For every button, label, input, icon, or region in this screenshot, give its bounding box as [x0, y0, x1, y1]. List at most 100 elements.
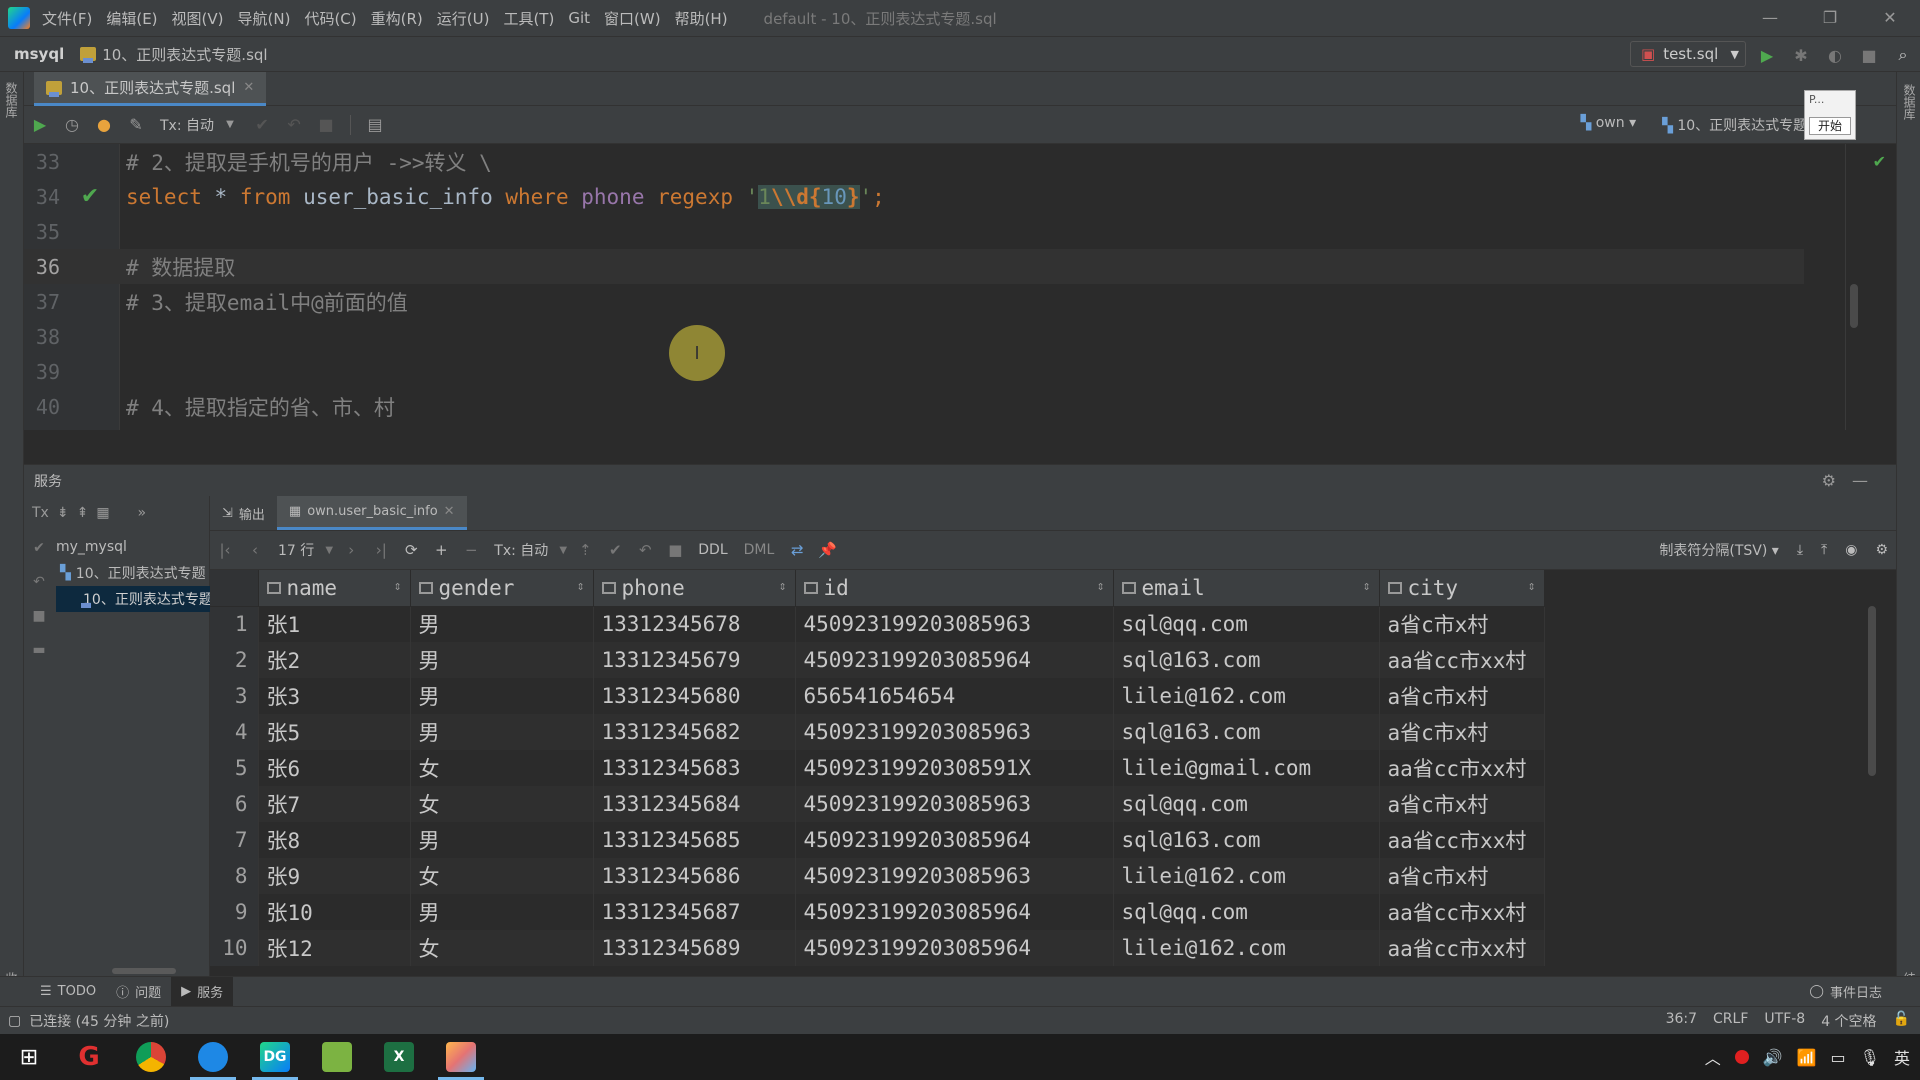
- cell-city[interactable]: a省c市x村: [1379, 678, 1545, 714]
- cell-gender[interactable]: 女: [410, 930, 594, 966]
- cell-email[interactable]: sql@qq.com: [1113, 606, 1380, 642]
- cell-name[interactable]: 张9: [258, 858, 411, 894]
- editor-tab-active[interactable]: 10、正则表达式专题.sql ✕: [34, 72, 267, 106]
- tab-result-table[interactable]: ▦ own.user_basic_info ✕: [276, 496, 467, 530]
- cell-email[interactable]: sql@qq.com: [1113, 894, 1380, 930]
- cell-city[interactable]: a省c市x村: [1379, 714, 1545, 750]
- upload-icon[interactable]: ⤒: [1821, 542, 1827, 558]
- cell-gender[interactable]: 女: [410, 750, 594, 786]
- cell-email[interactable]: sql@163.com: [1113, 642, 1380, 678]
- code-line-33[interactable]: 33 # 2、提取是手机号的用户 ->>转义 \: [24, 144, 1804, 179]
- cell-id[interactable]: 450923199203085964: [795, 930, 1114, 966]
- row-count-dropdown[interactable]: 17 行: [278, 540, 314, 560]
- volume-icon[interactable]: 🔊: [1763, 1048, 1783, 1067]
- sort-icon[interactable]: ⇕: [1097, 579, 1105, 594]
- column-header-phone[interactable]: phone ⇕: [593, 570, 796, 607]
- table-row[interactable]: 7 张8 男 13312345685 450923199203085964 sq…: [210, 822, 1545, 858]
- cell-name[interactable]: 张10: [258, 894, 411, 930]
- cell-city[interactable]: a省c市x村: [1379, 606, 1545, 642]
- collapse-all-icon[interactable]: ⇞: [77, 505, 89, 521]
- cell-email[interactable]: sql@163.com: [1113, 822, 1380, 858]
- cell-name[interactable]: 张12: [258, 930, 411, 966]
- cell-phone[interactable]: 13312345687: [593, 894, 796, 930]
- start-button[interactable]: 开始: [1809, 117, 1851, 135]
- taskbar-excel[interactable]: X: [368, 1034, 430, 1080]
- column-header-gender[interactable]: gender ⇕: [410, 570, 594, 607]
- code-line-40[interactable]: 40 # 4、提取指定的省、市、村: [24, 389, 1804, 424]
- cell-name[interactable]: 张8: [258, 822, 411, 858]
- sort-icon[interactable]: ⇕: [1363, 579, 1371, 594]
- execute-icon[interactable]: ▶: [24, 115, 56, 134]
- cell-phone[interactable]: 13312345686: [593, 858, 796, 894]
- cell-name[interactable]: 张2: [258, 642, 411, 678]
- taskbar-browser[interactable]: [182, 1034, 244, 1080]
- delete-row-icon[interactable]: −: [456, 541, 486, 559]
- code-line-39[interactable]: 39: [24, 354, 1804, 389]
- column-header-email[interactable]: email ⇕: [1113, 570, 1380, 607]
- ddl-button[interactable]: DDL: [698, 542, 727, 558]
- cell-gender[interactable]: 男: [410, 606, 594, 642]
- cell-id[interactable]: 45092319920308591X: [795, 750, 1114, 786]
- column-header-city[interactable]: city ⇕: [1379, 570, 1545, 607]
- sort-icon[interactable]: ⇕: [394, 579, 402, 594]
- line-separator[interactable]: CRLF: [1713, 1011, 1748, 1031]
- tab-output[interactable]: ⇲ 输出: [210, 496, 277, 530]
- sort-icon[interactable]: ⇕: [1528, 579, 1536, 594]
- menu-help[interactable]: 帮助(H): [675, 8, 728, 29]
- submit-icon[interactable]: ⇡: [570, 541, 600, 559]
- cell-id[interactable]: 450923199203085963: [795, 606, 1114, 642]
- run-icon[interactable]: ▶: [1750, 46, 1784, 65]
- last-page-icon[interactable]: ›|: [366, 541, 396, 559]
- table-row[interactable]: 5 张6 女 13312345683 45092319920308591X li…: [210, 750, 1545, 786]
- cell-gender[interactable]: 男: [410, 642, 594, 678]
- stop-icon[interactable]: ■: [1852, 46, 1886, 65]
- close-window-button[interactable]: ✕: [1860, 0, 1920, 36]
- cell-id[interactable]: 450923199203085964: [795, 894, 1114, 930]
- cell-email[interactable]: lilei@162.com: [1113, 930, 1380, 966]
- column-header-name[interactable]: name ⇕: [258, 570, 411, 607]
- tree-horizontal-scrollbar[interactable]: [112, 968, 176, 974]
- code-line-34[interactable]: 34 ✔ select * from user_basic_info where…: [24, 179, 1804, 214]
- commit-icon[interactable]: ✔: [246, 115, 278, 134]
- restore-window-button[interactable]: ❐: [1800, 0, 1860, 36]
- first-page-icon[interactable]: |‹: [210, 541, 240, 559]
- database-right-tool-button[interactable]: 数据库: [1901, 84, 1918, 120]
- caret-position[interactable]: 36:7: [1666, 1011, 1697, 1031]
- menu-refactor[interactable]: 重构(R): [371, 8, 423, 29]
- sort-icon[interactable]: ⇕: [779, 579, 787, 594]
- menu-view[interactable]: 视图(V): [172, 8, 224, 29]
- column-header-id[interactable]: id ⇕: [795, 570, 1114, 607]
- cell-phone[interactable]: 13312345683: [593, 750, 796, 786]
- rollback-icon[interactable]: ↶: [630, 541, 660, 559]
- cell-name[interactable]: 张3: [258, 678, 411, 714]
- menu-run[interactable]: 运行(U): [437, 8, 490, 29]
- services-tool-button[interactable]: ▶ 服务: [171, 976, 234, 1007]
- eye-icon[interactable]: ◉: [1845, 542, 1857, 558]
- cancel-query-icon[interactable]: ■: [310, 115, 342, 134]
- sort-icon[interactable]: ⇕: [577, 579, 585, 594]
- more-icon[interactable]: »: [138, 505, 147, 521]
- windows-start-icon[interactable]: ⊞: [0, 1045, 58, 1070]
- stop-icon[interactable]: ■: [660, 541, 690, 559]
- layout-toggle-icon[interactable]: ▢: [8, 1013, 21, 1029]
- table-row[interactable]: 6 张7 女 13312345684 450923199203085963 sq…: [210, 786, 1545, 822]
- cell-city[interactable]: a省c市x村: [1379, 786, 1545, 822]
- breadcrumb-project[interactable]: msyql: [14, 45, 64, 63]
- table-row[interactable]: 2 张2 男 13312345679 450923199203085964 sq…: [210, 642, 1545, 678]
- cell-gender[interactable]: 男: [410, 822, 594, 858]
- cell-id[interactable]: 450923199203085963: [795, 786, 1114, 822]
- commit-icon[interactable]: ✔: [33, 540, 45, 556]
- compare-icon[interactable]: ⇄: [782, 541, 812, 559]
- table-row[interactable]: 1 张1 男 13312345678 450923199203085963 sq…: [210, 606, 1545, 642]
- pin-icon[interactable]: 📌: [812, 541, 842, 559]
- refresh-icon[interactable]: ⟳: [396, 541, 426, 559]
- problems-tool-button[interactable]: ⓘ 问题: [106, 977, 171, 1007]
- cell-name[interactable]: 张6: [258, 750, 411, 786]
- table-row[interactable]: 8 张9 女 13312345686 450923199203085963 li…: [210, 858, 1545, 894]
- cell-gender[interactable]: 女: [410, 786, 594, 822]
- cell-id[interactable]: 450923199203085964: [795, 642, 1114, 678]
- tree-node-datasource[interactable]: my_mysql: [56, 534, 210, 560]
- dml-button[interactable]: DML: [744, 542, 775, 558]
- tree-node-session[interactable]: ▚ 10、正则表达式专题: [56, 560, 210, 586]
- code-line-35[interactable]: 35: [24, 214, 1804, 249]
